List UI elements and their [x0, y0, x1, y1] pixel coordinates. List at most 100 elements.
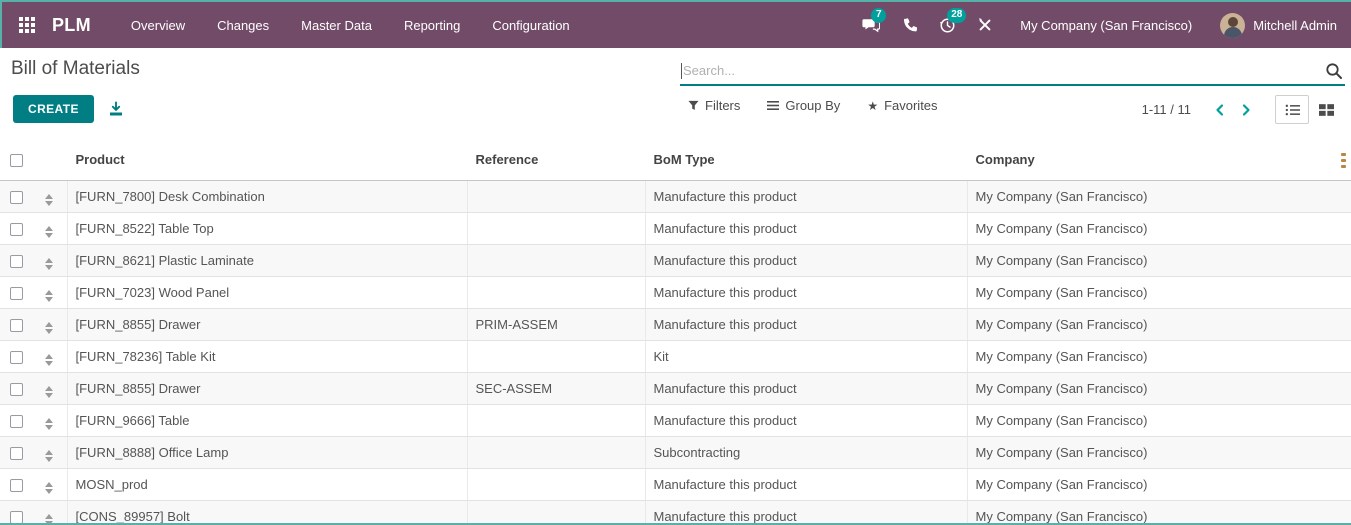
- pager-value[interactable]: 1-11 / 11: [1142, 102, 1191, 117]
- cell-reference[interactable]: [466, 404, 645, 437]
- cell-product[interactable]: [FURN_78236] Table Kit: [66, 340, 467, 373]
- row-checkbox[interactable]: [9, 382, 23, 396]
- column-header-bom-type[interactable]: BoM Type: [645, 140, 967, 181]
- table-row[interactable]: MOSN_prod Manufacture this product My Co…: [0, 468, 1351, 501]
- cell-product[interactable]: [FURN_9666] Table: [66, 404, 467, 437]
- cell-product[interactable]: [FURN_7023] Wood Panel: [66, 276, 467, 309]
- cell-reference[interactable]: [466, 468, 645, 501]
- cell-reference[interactable]: [466, 212, 645, 245]
- cell-company[interactable]: My Company (San Francisco): [966, 468, 1351, 501]
- cell-bom-type[interactable]: Manufacture this product: [644, 244, 967, 277]
- drag-handle-icon[interactable]: [45, 353, 54, 366]
- cell-product[interactable]: [FURN_7800] Desk Combination: [66, 180, 467, 213]
- cell-company[interactable]: My Company (San Francisco): [966, 436, 1351, 469]
- nav-item-master-data[interactable]: Master Data: [285, 2, 388, 48]
- cell-product[interactable]: [FURN_8855] Drawer: [66, 372, 467, 405]
- drag-handle-icon[interactable]: [45, 481, 54, 494]
- row-checkbox[interactable]: [9, 446, 23, 460]
- drag-handle-icon[interactable]: [45, 417, 54, 430]
- row-checkbox[interactable]: [9, 350, 23, 364]
- cell-reference[interactable]: SEC-ASSEM: [466, 372, 645, 405]
- cell-company[interactable]: My Company (San Francisco): [966, 308, 1351, 341]
- cell-reference[interactable]: [466, 276, 645, 309]
- nav-item-overview[interactable]: Overview: [115, 2, 201, 48]
- cell-reference[interactable]: [466, 244, 645, 277]
- row-checkbox[interactable]: [9, 510, 23, 524]
- cell-company[interactable]: My Company (San Francisco): [966, 244, 1351, 277]
- user-menu[interactable]: Mitchell Admin: [1210, 2, 1341, 48]
- cell-bom-type[interactable]: Manufacture this product: [644, 372, 967, 405]
- kanban-view-button[interactable]: [1309, 95, 1343, 124]
- cell-bom-type[interactable]: Kit: [644, 340, 967, 373]
- nav-item-reporting[interactable]: Reporting: [388, 2, 476, 48]
- cell-reference[interactable]: [466, 180, 645, 213]
- debug-tools-button[interactable]: [968, 2, 1002, 48]
- activities-menu-button[interactable]: 28: [930, 2, 967, 48]
- cell-bom-type[interactable]: Manufacture this product: [644, 212, 967, 245]
- drag-handle-icon[interactable]: [45, 289, 54, 302]
- table-row[interactable]: [FURN_78236] Table Kit Kit My Company (S…: [0, 340, 1351, 373]
- table-row[interactable]: [CONS_89957] Bolt Manufacture this produ…: [0, 500, 1351, 525]
- row-checkbox[interactable]: [9, 414, 23, 428]
- column-header-company[interactable]: Company: [967, 140, 1351, 181]
- create-button[interactable]: CREATE: [13, 95, 94, 123]
- cell-bom-type[interactable]: Subcontracting: [644, 436, 967, 469]
- cell-company[interactable]: My Company (San Francisco): [966, 404, 1351, 437]
- pager-next-button[interactable]: [1233, 97, 1259, 123]
- drag-handle-icon[interactable]: [45, 449, 54, 462]
- select-all-checkbox[interactable]: [9, 154, 23, 168]
- cell-product[interactable]: [CONS_89957] Bolt: [66, 500, 467, 525]
- optional-columns-toggle[interactable]: [1339, 151, 1348, 170]
- cell-product[interactable]: [FURN_8888] Office Lamp: [66, 436, 467, 469]
- company-switcher[interactable]: My Company (San Francisco): [1006, 2, 1206, 48]
- cell-bom-type[interactable]: Manufacture this product: [644, 276, 967, 309]
- cell-bom-type[interactable]: Manufacture this product: [644, 308, 967, 341]
- cell-product[interactable]: [FURN_8522] Table Top: [66, 212, 467, 245]
- cell-bom-type[interactable]: Manufacture this product: [644, 500, 967, 525]
- drag-handle-icon[interactable]: [45, 321, 54, 334]
- cell-bom-type[interactable]: Manufacture this product: [644, 180, 967, 213]
- cell-bom-type[interactable]: Manufacture this product: [644, 404, 967, 437]
- drag-handle-icon[interactable]: [45, 257, 54, 270]
- cell-bom-type[interactable]: Manufacture this product: [644, 468, 967, 501]
- column-header-reference[interactable]: Reference: [467, 140, 645, 181]
- group-by-button[interactable]: Group By: [767, 98, 840, 113]
- favorites-button[interactable]: ★ Favorites: [867, 98, 937, 113]
- table-row[interactable]: [FURN_8855] Drawer SEC-ASSEM Manufacture…: [0, 372, 1351, 405]
- search-input[interactable]: [680, 57, 1319, 84]
- row-checkbox[interactable]: [9, 318, 23, 332]
- cell-product[interactable]: MOSN_prod: [66, 468, 467, 501]
- messages-menu-button[interactable]: 7: [854, 2, 888, 48]
- nav-item-configuration[interactable]: Configuration: [476, 2, 585, 48]
- list-view-button[interactable]: [1275, 95, 1309, 124]
- table-row[interactable]: [FURN_8888] Office Lamp Subcontracting M…: [0, 436, 1351, 469]
- table-row[interactable]: [FURN_8522] Table Top Manufacture this p…: [0, 212, 1351, 245]
- cell-company[interactable]: My Company (San Francisco): [966, 372, 1351, 405]
- export-button[interactable]: [108, 101, 124, 117]
- cell-reference[interactable]: PRIM-ASSEM: [466, 308, 645, 341]
- table-row[interactable]: [FURN_8855] Drawer PRIM-ASSEM Manufactur…: [0, 308, 1351, 341]
- apps-menu-button[interactable]: [10, 2, 44, 48]
- cell-company[interactable]: My Company (San Francisco): [966, 500, 1351, 525]
- pager-previous-button[interactable]: [1207, 97, 1233, 123]
- drag-handle-icon[interactable]: [45, 193, 54, 206]
- drag-handle-icon[interactable]: [45, 385, 54, 398]
- cell-company[interactable]: My Company (San Francisco): [966, 212, 1351, 245]
- table-row[interactable]: [FURN_9666] Table Manufacture this produ…: [0, 404, 1351, 437]
- column-header-product[interactable]: Product: [67, 140, 467, 181]
- table-row[interactable]: [FURN_7800] Desk Combination Manufacture…: [0, 180, 1351, 213]
- row-checkbox[interactable]: [9, 286, 23, 300]
- cell-company[interactable]: My Company (San Francisco): [966, 276, 1351, 309]
- filters-button[interactable]: Filters: [688, 98, 740, 113]
- row-checkbox[interactable]: [9, 478, 23, 492]
- table-row[interactable]: [FURN_7023] Wood Panel Manufacture this …: [0, 276, 1351, 309]
- cell-reference[interactable]: [466, 340, 645, 373]
- row-checkbox[interactable]: [9, 222, 23, 236]
- cell-reference[interactable]: [466, 500, 645, 525]
- cell-company[interactable]: My Company (San Francisco): [966, 340, 1351, 373]
- table-row[interactable]: [FURN_8621] Plastic Laminate Manufacture…: [0, 244, 1351, 277]
- cell-reference[interactable]: [466, 436, 645, 469]
- app-name[interactable]: PLM: [52, 15, 91, 36]
- drag-handle-icon[interactable]: [45, 225, 54, 238]
- cell-product[interactable]: [FURN_8855] Drawer: [66, 308, 467, 341]
